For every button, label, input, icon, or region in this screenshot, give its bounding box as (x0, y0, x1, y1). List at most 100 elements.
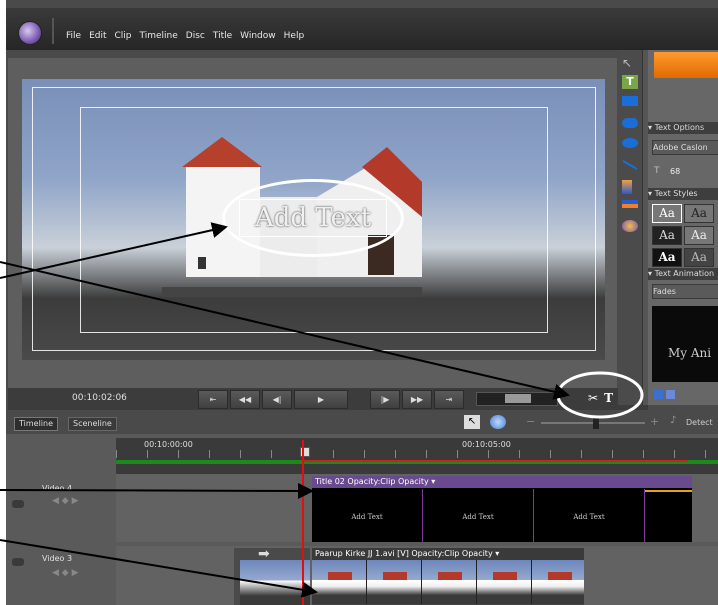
menu-timeline[interactable]: Timeline (140, 31, 178, 41)
font-select[interactable]: Adobe Caslon (652, 140, 718, 155)
video-preview[interactable]: Add Text (22, 79, 605, 360)
title-clip-header[interactable]: Title 02 Opacity:Clip Opacity ▾ (312, 476, 692, 488)
horizontal-type-icon[interactable]: T (622, 75, 638, 89)
title-tools-column: ↖ T (618, 50, 643, 405)
line-tool-icon[interactable] (622, 160, 638, 170)
title-frame-3: Add Text (534, 489, 645, 542)
video-clip[interactable]: Paarup Kirke JJ 1.avi [V] Opacity:Clip O… (312, 548, 584, 605)
selection-tool-icon[interactable]: ↖ (464, 415, 480, 429)
zoom-slider-knob[interactable] (593, 417, 599, 429)
text-style-swatch-1[interactable]: Aa (652, 204, 682, 223)
tasks-panel: ↖ T ▾ Text Options Adobe Caslon T 68 ▾ T… (618, 50, 718, 405)
app-logo-icon[interactable] (18, 21, 42, 45)
video-thumbnail-roof (383, 572, 407, 580)
tab-sceneline[interactable]: Sceneline (68, 417, 117, 431)
playhead-line[interactable] (302, 440, 304, 605)
text-style-swatch-4[interactable]: Aa (684, 226, 714, 245)
menu-file[interactable]: File (66, 31, 81, 41)
track-toggle-icon[interactable] (12, 558, 24, 566)
detect-label[interactable]: Detect (686, 418, 713, 427)
video-thumbnail-roof (438, 572, 462, 580)
shuttle-knob[interactable] (505, 394, 531, 403)
zoom-out-icon[interactable]: − (526, 415, 535, 428)
video-thumbnail-1 (312, 560, 367, 604)
rounded-rect-tool-icon[interactable] (622, 118, 638, 128)
font-size-icon: T (654, 166, 660, 176)
track-toggle-icon[interactable] (12, 500, 24, 508)
goto-out-button[interactable]: ⇥ (434, 390, 464, 409)
panel-apply-icon[interactable] (654, 390, 663, 399)
rewind-button[interactable]: ◀◀ (230, 390, 260, 409)
menu-separator (52, 18, 54, 44)
title-clip[interactable]: Title 02 Opacity:Clip Opacity ▾ Add Text… (312, 476, 692, 542)
orange-header-bar (654, 52, 718, 78)
video-thumbnail-roof (548, 572, 572, 580)
goto-in-button[interactable]: ⇤ (198, 390, 228, 409)
text-styles-label: Text Styles (654, 189, 698, 198)
annotation-ellipse-text (222, 179, 404, 257)
time-ruler[interactable]: 00:10:00:00 00:10:05:00 (116, 438, 718, 474)
panel-save-icon[interactable] (666, 390, 675, 399)
video-thumbnail-5 (532, 560, 584, 604)
text-style-swatch-5[interactable]: Aa (652, 248, 682, 267)
text-style-swatch-2[interactable]: Aa (684, 204, 714, 223)
animation-preview[interactable]: My Ani (652, 306, 718, 382)
text-style-swatch-3[interactable]: Aa (652, 226, 682, 245)
text-animation-header[interactable]: ▾ Text Animation (648, 268, 718, 280)
work-area-bar[interactable] (116, 460, 718, 464)
menu-edit[interactable]: Edit (89, 31, 106, 41)
ellipse-tool-icon[interactable] (622, 138, 638, 148)
time-stretch-icon[interactable] (490, 415, 506, 429)
transport-controls: 00:10:02:06 ⇤ ◀◀ ◀| ▶ |▶ ▶▶ ⇥ ✂ T ▣ (8, 388, 648, 410)
video-thumbnail-roof (328, 572, 352, 580)
play-button[interactable]: ▶ (294, 390, 348, 409)
track-video4: Title 02 Opacity:Clip Opacity ▾ Add Text… (116, 474, 718, 542)
video-thumbnail-3 (422, 560, 477, 604)
video-clip-header[interactable]: Paarup Kirke JJ 1.avi [V] Opacity:Clip O… (312, 548, 584, 560)
keyframe-nav-icon[interactable]: ◀ ◆ ▶ (52, 496, 79, 506)
track-name-video4: Video 4 (42, 484, 73, 493)
step-forward-button[interactable]: |▶ (370, 390, 400, 409)
video-thumbnail-roof (493, 572, 517, 580)
timeline-panel: Timeline Sceneline ↖ − + ♪ Detect 00:10:… (6, 410, 718, 605)
menu-disc[interactable]: Disc (186, 31, 205, 41)
text-options-header[interactable]: ▾ Text Options (648, 122, 718, 134)
ruler-time-start: 00:10:00:00 (144, 440, 193, 449)
scissors-icon[interactable]: ✂ (588, 391, 598, 405)
ruler-time-mid: 00:10:05:00 (462, 440, 511, 449)
detect-beats-icon[interactable]: ♪ (670, 415, 676, 426)
video-clip-prev-thumbs[interactable] (240, 560, 310, 605)
animation-category-select[interactable]: Fades (652, 284, 718, 299)
menu-title[interactable]: Title (213, 31, 232, 41)
tab-timeline[interactable]: Timeline (14, 417, 59, 431)
premiere-elements-window: File Edit Clip Timeline Disc Title Windo… (6, 0, 718, 605)
shuttle-slider[interactable] (476, 392, 558, 406)
align-icon[interactable] (622, 200, 638, 208)
palette-icon[interactable] (622, 220, 638, 232)
ruler-ticks (116, 450, 718, 458)
zoom-in-icon[interactable]: + (650, 415, 659, 428)
rendered-range-bar (304, 460, 688, 462)
selection-arrow-icon[interactable]: ↖ (622, 56, 638, 70)
fast-forward-button[interactable]: ▶▶ (402, 390, 432, 409)
text-options-label: Text Options (654, 123, 705, 132)
text-style-swatch-6[interactable]: Aa (684, 248, 714, 267)
track-video3: ➡ Paarup Kirke JJ 1.avi [V] Opacity:Clip… (116, 546, 718, 605)
keyframe-nav-icon[interactable]: ◀ ◆ ▶ (52, 568, 79, 578)
text-tool-icon[interactable]: T (604, 391, 613, 405)
video-thumbnail-2 (367, 560, 422, 604)
menu-clip[interactable]: Clip (115, 31, 132, 41)
font-size-value[interactable]: 68 (670, 167, 680, 176)
text-animation-label: Text Animation (654, 269, 715, 278)
menu-window[interactable]: Window (240, 31, 276, 41)
track-header-video3: Video 3 ◀ ◆ ▶ (6, 546, 114, 605)
menu-help[interactable]: Help (284, 31, 305, 41)
timeline-header: Timeline Sceneline ↖ − + ♪ Detect (6, 410, 718, 434)
current-timecode[interactable]: 00:10:02:06 (72, 393, 127, 403)
paint-bucket-icon[interactable] (622, 180, 632, 194)
step-back-button[interactable]: ◀| (262, 390, 292, 409)
title-properties: ▾ Text Options Adobe Caslon T 68 ▾ Text … (648, 50, 718, 405)
rectangle-tool-icon[interactable] (622, 96, 638, 106)
text-styles-header[interactable]: ▾ Text Styles (648, 188, 718, 200)
monitor-panel: Add Text (8, 58, 617, 390)
